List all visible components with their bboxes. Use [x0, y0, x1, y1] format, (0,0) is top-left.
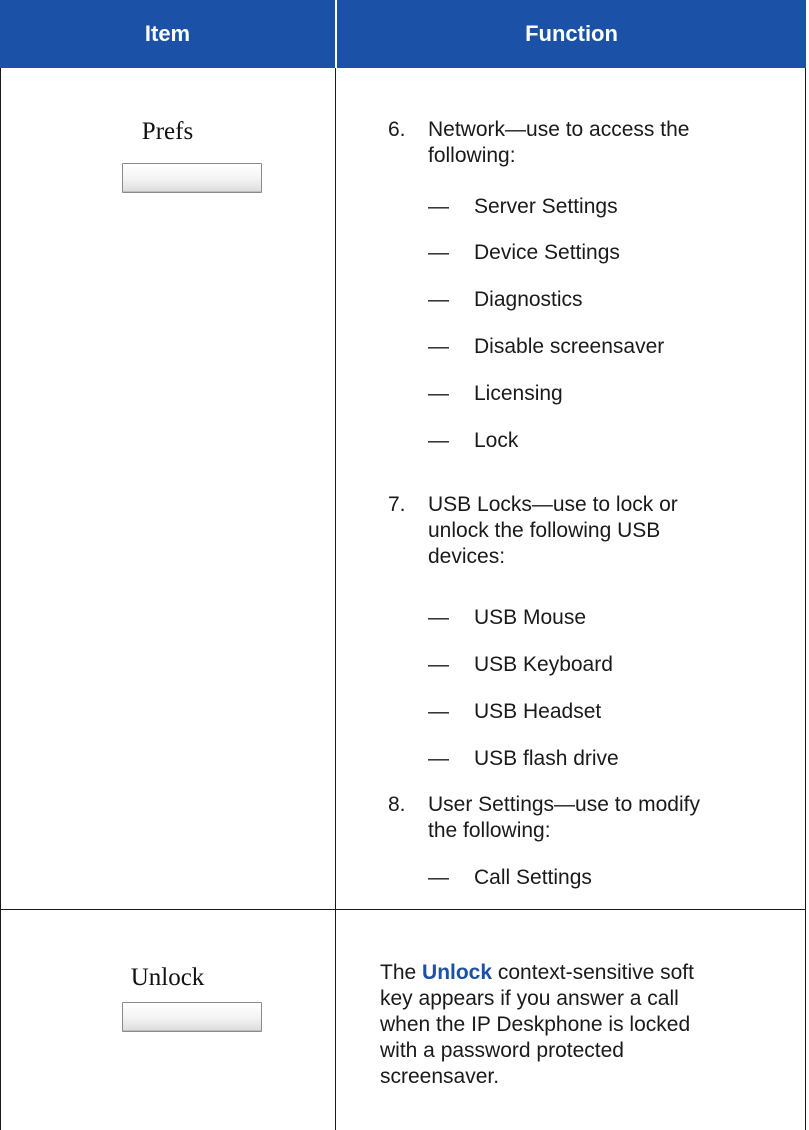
- dash-bullet: —: [428, 241, 449, 264]
- sub-item: Licensing: [474, 382, 563, 405]
- dash-bullet: —: [428, 747, 449, 770]
- sub-item: Call Settings: [474, 866, 592, 889]
- sub-item: Server Settings: [474, 195, 618, 218]
- dash-bullet: —: [428, 700, 449, 723]
- unlock-description-line: key appears if you answer a call: [380, 987, 679, 1010]
- desc-text: The: [380, 961, 423, 984]
- item-text-line: unlock the following USB: [428, 519, 661, 542]
- item-text-line: the following:: [428, 819, 551, 842]
- unlock-keyword: Unlock: [422, 961, 493, 984]
- table-border-right: [805, 68, 806, 1130]
- item-number: 8.: [388, 793, 406, 816]
- prefs-softkey[interactable]: [122, 163, 262, 193]
- dash-bullet: —: [428, 195, 449, 218]
- dash-bullet: —: [428, 335, 449, 358]
- dash-bullet: —: [428, 382, 449, 405]
- item-text-line: following:: [428, 144, 516, 167]
- unlock-description-line: with a password protected: [380, 1039, 624, 1062]
- unlock-description-line: The Unlock context-sensitive soft: [380, 960, 795, 986]
- unlock-softkey-label: Unlock: [130, 964, 205, 991]
- dash-bullet: —: [428, 866, 449, 889]
- unlock-softkey[interactable]: [122, 1002, 262, 1032]
- dash-bullet: —: [428, 429, 449, 452]
- unlock-description-line: when the IP Deskphone is locked: [380, 1013, 691, 1036]
- unlock-description-line: screensaver.: [380, 1065, 500, 1088]
- item-number: 7.: [388, 493, 406, 516]
- item-text-line: USB Locks—use to lock or: [428, 493, 678, 516]
- sub-item: USB Mouse: [474, 606, 587, 629]
- sub-item: Lock: [474, 429, 519, 452]
- prefs-softkey-label: Prefs: [141, 118, 194, 145]
- dash-bullet: —: [428, 288, 449, 311]
- sub-item: USB Keyboard: [474, 653, 613, 676]
- dash-bullet: —: [428, 653, 449, 676]
- column-header-item: Item: [0, 0, 335, 68]
- item-number: 6.: [388, 118, 406, 141]
- item-text-line: Network—use to access the: [428, 118, 690, 141]
- sub-item: USB Headset: [474, 700, 602, 723]
- column-header-function: Function: [337, 0, 806, 68]
- dash-bullet: —: [428, 606, 449, 629]
- sub-item: USB flash drive: [474, 747, 619, 770]
- item-text-line: devices:: [428, 545, 506, 568]
- sub-item: Device Settings: [474, 241, 620, 264]
- column-divider: [335, 68, 336, 1130]
- item-text-line: User Settings—use to modify: [428, 793, 700, 816]
- desc-text: context-sensitive soft: [492, 961, 694, 984]
- sub-item: Diagnostics: [474, 288, 583, 311]
- row-divider: [0, 909, 806, 910]
- function-table: Item Function Prefs 6. Network—use to ac…: [0, 0, 806, 1130]
- sub-item: Disable screensaver: [474, 335, 665, 358]
